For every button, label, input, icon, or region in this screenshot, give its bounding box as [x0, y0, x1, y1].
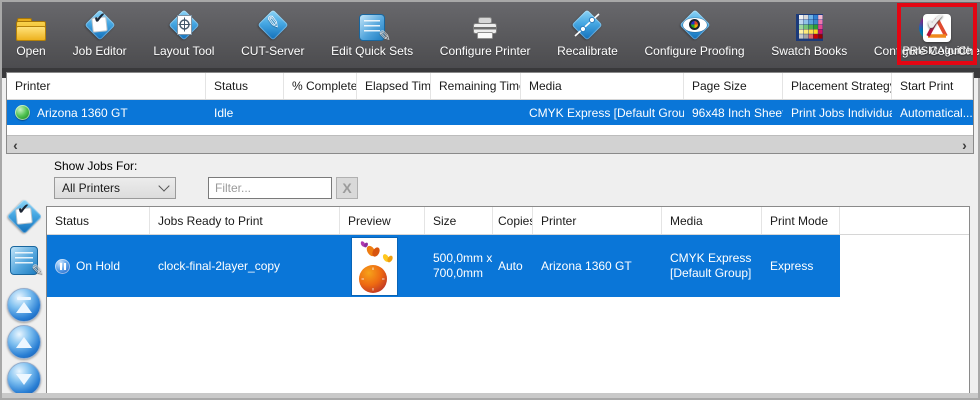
layout-tool-icon	[167, 8, 201, 41]
toolbar-button-layout-tool[interactable]: Layout Tool	[153, 8, 214, 58]
printer-elapsed-time	[357, 100, 431, 125]
printer-remaining-time	[431, 100, 521, 125]
arrow-up-icon	[16, 337, 32, 348]
bottom-scroll-strip[interactable]	[2, 393, 978, 398]
toolbar-button-job-editor[interactable]: ✔ Job Editor	[73, 8, 127, 58]
open-job-editor-button[interactable]: ✔	[6, 198, 42, 234]
edit-job-button[interactable]: ✎	[10, 246, 38, 275]
toolbar-label-swatch-books: Swatch Books	[771, 44, 847, 58]
scrollbar-right-arrow-icon[interactable]: ›	[956, 136, 973, 153]
swatch-books-icon	[796, 14, 823, 41]
printer-status-green-icon	[15, 105, 30, 120]
jobs-table: Status Jobs Ready to Print Preview Size …	[46, 206, 970, 394]
jobs-col-header-copies[interactable]: Copies	[493, 207, 533, 234]
toolbar-button-configure-printer[interactable]: Configure Printer	[440, 8, 531, 58]
printer-col-header-page-size[interactable]: Page Size	[684, 73, 783, 99]
printer-col-header-printer[interactable]: Printer	[7, 73, 206, 99]
jobs-col-header-printer[interactable]: Printer	[533, 207, 662, 234]
move-job-down-button[interactable]	[7, 362, 41, 396]
printer-col-header-elapsed-time[interactable]: Elapsed Time	[357, 73, 431, 99]
printer-percent-complete	[284, 100, 357, 125]
job-editor-icon: ✔	[6, 198, 42, 234]
app-window: { "toolbar": { "items": [ {"label": "Ope…	[0, 0, 980, 400]
job-editor-icon: ✔	[83, 8, 117, 41]
toolbar-label-job-editor: Job Editor	[73, 44, 127, 58]
job-row-selected[interactable]: On Hold clock-final-2layer_copy	[47, 235, 840, 297]
toolbar-label-layout-tool: Layout Tool	[153, 44, 214, 58]
edit-quick-sets-icon: ✎	[359, 14, 385, 41]
arrow-down-icon	[16, 374, 32, 385]
printer-col-header-start-print[interactable]: Start Print	[892, 73, 973, 99]
toolbar-label-open: Open	[16, 44, 45, 58]
printer-row-selected[interactable]: Arizona 1360 GT Idle CMYK Express [Defau…	[7, 100, 973, 125]
toolbar-label-configure-proofing: Configure Proofing	[644, 44, 744, 58]
move-to-top-icon	[17, 297, 31, 300]
job-name: clock-final-2layer_copy	[150, 235, 340, 297]
job-size: 500,0mm x 700,0mm	[425, 235, 493, 297]
jobs-col-header-status[interactable]: Status	[47, 207, 150, 234]
printer-filter-value: All Printers	[62, 181, 120, 195]
toolbar-label-recalibrate: Recalibrate	[557, 44, 618, 58]
edit-notepad-icon: ✎	[10, 246, 38, 275]
printer-start-print: Automatical...	[892, 100, 973, 125]
clear-filter-button[interactable]: X	[336, 177, 358, 199]
printer-col-header-status[interactable]: Status	[206, 73, 284, 99]
job-media: CMYK Express [Default Group]	[662, 235, 762, 297]
jobs-col-header-media[interactable]: Media	[662, 207, 762, 234]
printer-media: CMYK Express [Default Group]	[521, 100, 684, 125]
toolbar-button-cut-server[interactable]: ✎ CUT-Server	[241, 8, 304, 58]
toolbar-button-recalibrate[interactable]: Recalibrate	[557, 8, 618, 58]
jobs-col-header-print-mode[interactable]: Print Mode	[762, 207, 840, 234]
toolbar-label-configure-printer: Configure Printer	[440, 44, 531, 58]
toolbar-button-configure-proofing[interactable]: Configure Proofing	[644, 8, 744, 58]
configure-printer-icon	[470, 16, 500, 41]
printer-col-header-remaining-time[interactable]: Remaining Time	[431, 73, 521, 99]
configure-proofing-icon	[678, 8, 712, 41]
jobs-col-header-size[interactable]: Size	[425, 207, 493, 234]
printer-name: Arizona 1360 GT	[37, 106, 128, 120]
job-status: On Hold	[76, 259, 120, 273]
printer-page-size: 96x48 Inch Sheet	[684, 100, 783, 125]
printer-col-header-placement-strategy[interactable]: Placement Strategy	[783, 73, 892, 99]
chevron-down-icon	[158, 180, 169, 191]
printer-table: Printer Status % Complete Elapsed Time R…	[6, 72, 974, 154]
printer-col-header-media[interactable]: Media	[521, 73, 684, 99]
printer-table-horizontal-scrollbar[interactable]: ‹ ›	[7, 135, 973, 153]
filter-input[interactable]	[208, 177, 332, 199]
scrollbar-left-arrow-icon[interactable]: ‹	[7, 136, 24, 153]
job-preview-thumbnail	[352, 238, 397, 295]
printer-table-header: Printer Status % Complete Elapsed Time R…	[7, 73, 973, 100]
toolbar-label-cut-server: CUT-Server	[241, 44, 304, 58]
jobs-table-header: Status Jobs Ready to Print Preview Size …	[47, 207, 969, 235]
toolbar-label-edit-quick-sets: Edit Quick Sets	[331, 44, 413, 58]
recalibrate-icon	[570, 8, 604, 41]
open-folder-icon	[16, 18, 46, 41]
job-print-mode: Express	[762, 235, 840, 297]
cut-server-icon: ✎	[256, 8, 290, 41]
toolbar-label-prismaguide: PRISMAguide	[902, 45, 971, 57]
move-job-to-top-button[interactable]	[7, 288, 41, 322]
printer-status: Idle	[206, 100, 284, 125]
move-job-up-button[interactable]	[7, 325, 41, 359]
job-copies: Auto	[493, 235, 533, 297]
toolbar-button-edit-quick-sets[interactable]: ✎ Edit Quick Sets	[331, 8, 413, 58]
on-hold-pause-icon	[55, 259, 70, 274]
printer-filter-dropdown[interactable]: All Printers	[54, 177, 176, 199]
jobs-col-header-preview[interactable]: Preview	[340, 207, 425, 234]
main-toolbar: Open ✔ Job Editor Layout Tool ✎ CUT-Serv…	[2, 2, 980, 78]
show-jobs-for-label: Show Jobs For:	[54, 159, 137, 173]
toolbar-button-open[interactable]: Open	[16, 8, 46, 58]
toolbar-button-swatch-books[interactable]: Swatch Books	[771, 8, 847, 58]
printer-col-header-percent-complete[interactable]: % Complete	[284, 73, 357, 99]
printer-placement-strategy: Print Jobs Individually	[783, 100, 892, 125]
job-printer: Arizona 1360 GT	[533, 235, 662, 297]
jobs-col-header-name[interactable]: Jobs Ready to Print	[150, 207, 340, 234]
